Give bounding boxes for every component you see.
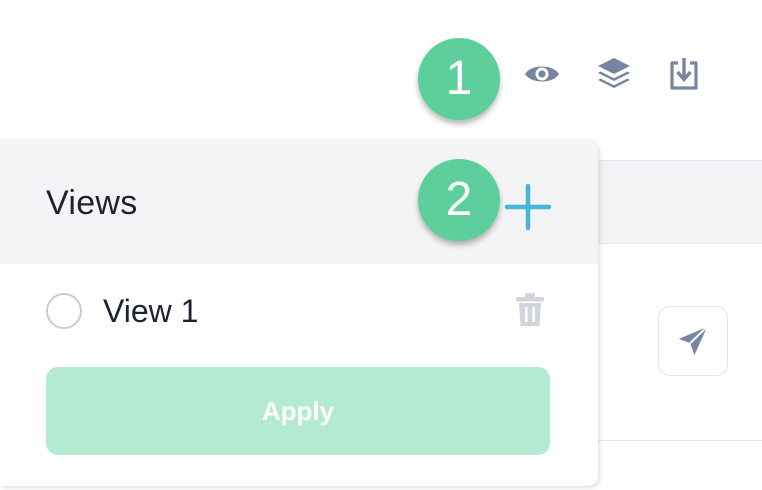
delete-view-button[interactable]: [512, 290, 548, 330]
view-radio[interactable]: [46, 293, 82, 329]
background-divider: [598, 440, 762, 441]
background-table-header: [598, 160, 762, 244]
download-icon: [670, 58, 698, 90]
add-view-button[interactable]: [496, 175, 560, 239]
send-button[interactable]: [658, 306, 728, 376]
layers-icon: [598, 58, 630, 88]
callout-badge-2: 2: [418, 159, 500, 241]
view-list-item[interactable]: View 1: [0, 276, 598, 350]
eye-icon: [525, 66, 559, 82]
paper-plane-icon: [678, 326, 708, 356]
apply-button[interactable]: Apply: [46, 367, 550, 455]
view-label[interactable]: View 1: [103, 293, 198, 330]
callout-badge-1: 1: [418, 38, 500, 120]
plus-icon: [504, 183, 552, 231]
views-panel: Views View 1 Apply: [0, 140, 598, 486]
views-title: Views: [46, 184, 138, 222]
preview-button[interactable]: [522, 54, 562, 94]
export-button[interactable]: [664, 54, 704, 94]
views-panel-header: Views: [0, 140, 598, 264]
layers-button[interactable]: [594, 54, 634, 94]
trash-icon: [516, 293, 544, 326]
